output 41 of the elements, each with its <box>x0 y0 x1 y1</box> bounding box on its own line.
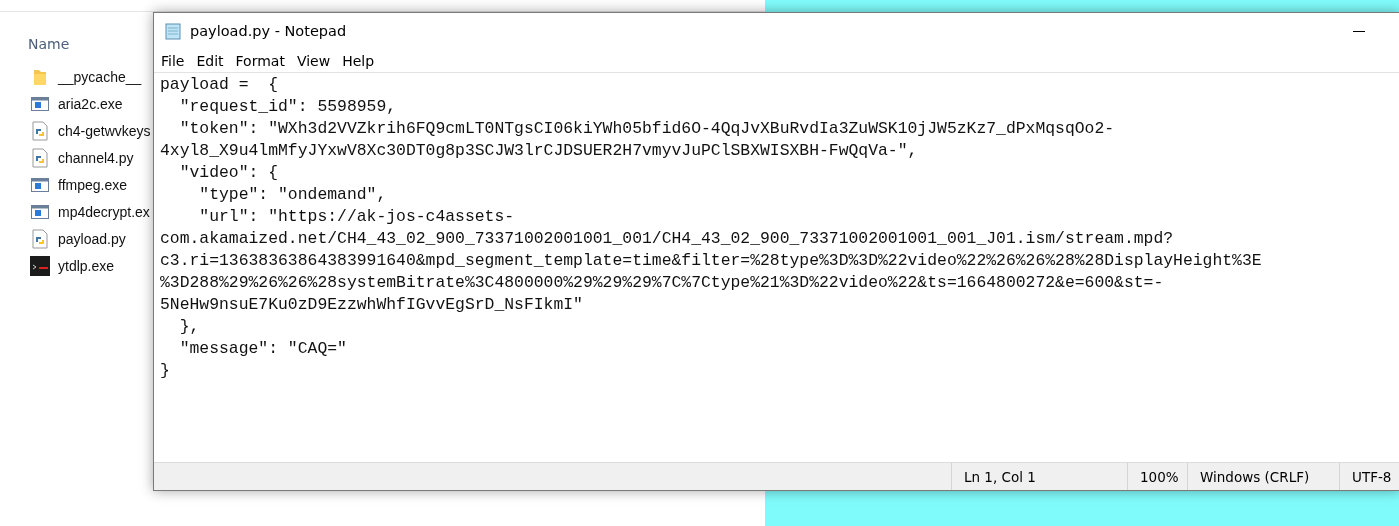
code-line: com.akamaized.net/CH4_43_02_900_73371002001001_001/CH4_43_02_900_73371002001001_001_J01.ism/stream.mpd? <box>160 228 1174 250</box>
status-field: Windows (CRLF) <box>1187 463 1339 490</box>
code-line: payload = { <box>160 74 279 96</box>
file-name[interactable]: mp4decrypt.ex <box>58 203 150 220</box>
menu-item[interactable]: Edit <box>190 52 230 69</box>
code-line: } <box>160 360 170 382</box>
python-file-icon <box>30 120 50 141</box>
code-line: %3D288%29%26%26%28systemBitrate%3C4800000%29%29%29%7C%7Ctype%21%3D%22video%22&ts=1664800272&e=600&st=- <box>160 272 1164 294</box>
notepad-icon <box>164 22 182 40</box>
terminal-app-icon <box>30 255 50 276</box>
file-name[interactable]: ffmpeg.exe <box>58 176 127 193</box>
code-line: "type": "ondemand", <box>198 184 387 206</box>
window-title: payload.py - Notepad <box>190 23 347 39</box>
file-name[interactable]: payload.py <box>58 230 126 247</box>
python-file-icon <box>30 147 50 168</box>
status-field: 100% <box>1127 463 1187 490</box>
menu-item[interactable]: File <box>155 52 191 69</box>
file-name[interactable]: channel4.py <box>58 149 134 166</box>
status-field: UTF-8 <box>1339 463 1399 490</box>
code-line: 5NeHw9nsuE7Ku0zD9EzzwhWhfIGvvEgSrD_NsFIkmI" <box>160 294 583 316</box>
code-line: "request_id": 5598959, <box>178 96 397 118</box>
menu-item[interactable]: View <box>290 52 337 69</box>
file-name[interactable]: ytdlp.exe <box>58 257 115 274</box>
column-header[interactable]: Name <box>28 36 70 52</box>
code-line: "token": "WXh3d2VVZkrih6FQ9cmLT0NTgsCI06kiYWh05bfid6O-4QqJvXBuRvdIa3ZuWSK10jJW5zKz7_dPxMqsqOo2- <box>178 118 1115 140</box>
file-name[interactable]: aria2c.exe <box>58 95 123 112</box>
application-window-icon <box>30 203 50 220</box>
code-line: "video": { <box>178 162 279 184</box>
menu-item[interactable]: Format <box>229 52 291 69</box>
status-field: Ln 1, Col 1 <box>951 463 1127 490</box>
file-name[interactable]: __pycache__ <box>58 68 142 85</box>
application-window-icon <box>30 95 50 112</box>
code-line: "url": "https://ak-jos-c4assets- <box>198 206 515 228</box>
python-file-icon <box>30 228 50 249</box>
menu-item[interactable]: Help <box>336 52 381 69</box>
code-line: }, <box>178 316 200 338</box>
code-line: "message": "CAQ=" <box>178 338 347 360</box>
file-name[interactable]: ch4-getwvkeys <box>58 122 151 139</box>
code-line: 4xyl8_X9u4lmMfyJYxwV8Xc30DT0g8p3SCJW3lrCJDSUER2H7vmyvJuPClSBXWISXBH-FwQqVa-", <box>160 140 918 162</box>
code-line: c3.ri=13638363864383991640&mpd_segment_template=time&filter=%28type%3D%3D%22video%22%26%26%28%28DisplayHeight%3E <box>160 250 1262 272</box>
application-window-icon <box>30 176 50 193</box>
